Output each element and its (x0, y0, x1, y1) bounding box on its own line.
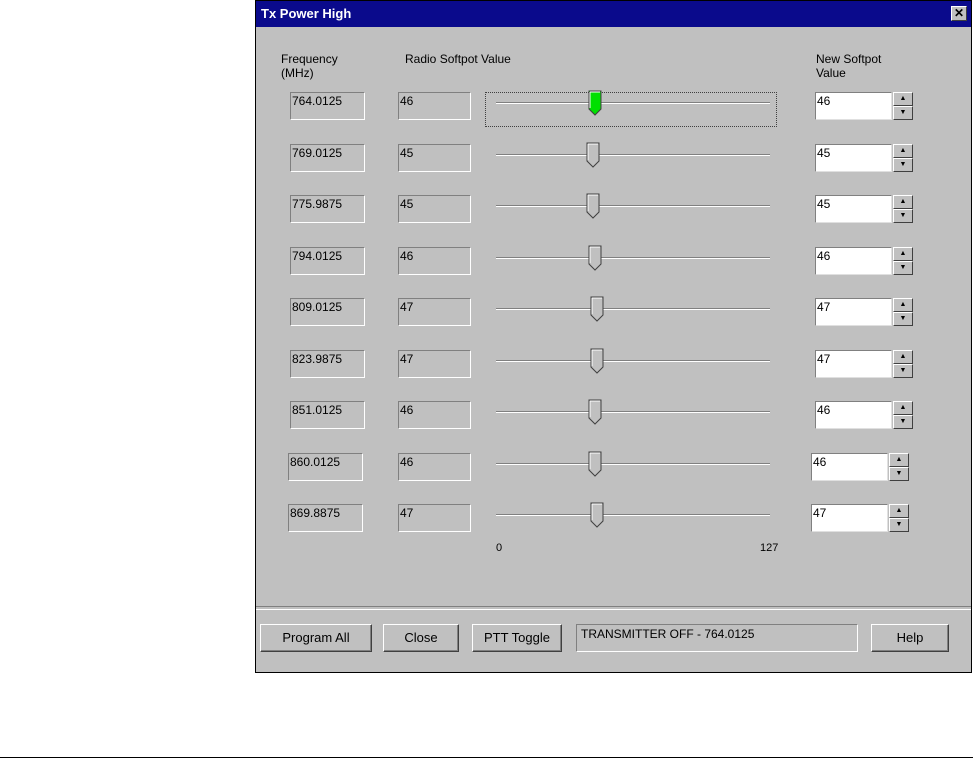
slider-track[interactable] (496, 205, 770, 207)
softpot-spinner[interactable]: ▲ ▼ (893, 401, 913, 429)
page-rule (0, 757, 973, 758)
slider-thumb[interactable] (588, 399, 602, 425)
spin-down-icon[interactable]: ▼ (893, 364, 913, 378)
new-softpot-input[interactable]: 46 (815, 247, 892, 275)
slider-max-label: 127 (760, 542, 779, 554)
slider-track[interactable] (496, 514, 770, 516)
new-softpot-input[interactable]: 46 (811, 453, 888, 481)
window-title: Tx Power High (261, 6, 352, 21)
spin-down-icon[interactable]: ▼ (893, 415, 913, 429)
spin-down-icon[interactable]: ▼ (893, 312, 913, 326)
radio-softpot-field: 47 (398, 504, 471, 532)
slider-track[interactable] (496, 411, 770, 413)
softpot-spinner[interactable]: ▲ ▼ (889, 453, 909, 481)
spin-up-icon[interactable]: ▲ (893, 195, 913, 209)
spin-down-icon[interactable]: ▼ (893, 158, 913, 172)
frequency-field: 809.0125 (290, 298, 365, 326)
spin-up-icon[interactable]: ▲ (893, 247, 913, 261)
close-icon[interactable]: ✕ (951, 6, 967, 21)
radio-softpot-field: 46 (398, 247, 471, 275)
spin-up-icon[interactable]: ▲ (893, 92, 913, 106)
new-softpot-input[interactable]: 46 (815, 92, 892, 120)
help-button[interactable]: Help (871, 624, 949, 652)
spin-up-icon[interactable]: ▲ (889, 504, 909, 518)
slider-track[interactable] (496, 463, 770, 465)
spin-down-icon[interactable]: ▼ (893, 209, 913, 223)
radio-softpot-field: 45 (398, 144, 471, 172)
slider-thumb[interactable] (586, 142, 600, 168)
frequency-header: Frequency (MHz) (281, 52, 338, 80)
softpot-spinner[interactable]: ▲ ▼ (893, 298, 913, 326)
frequency-field: 869.8875 (288, 504, 363, 532)
softpot-spinner[interactable]: ▲ ▼ (893, 247, 913, 275)
slider-thumb[interactable] (588, 451, 602, 477)
radio-softpot-field: 47 (398, 298, 471, 326)
slider-thumb[interactable] (590, 502, 604, 528)
frequency-field: 823.9875 (290, 350, 365, 378)
radio-softpot-field: 47 (398, 350, 471, 378)
slider-track[interactable] (496, 257, 770, 259)
spin-up-icon[interactable]: ▲ (893, 350, 913, 364)
new-softpot-input[interactable]: 46 (815, 401, 892, 429)
softpot-spinner[interactable]: ▲ ▼ (893, 92, 913, 120)
softpot-spinner[interactable]: ▲ ▼ (893, 195, 913, 223)
new-softpot-input[interactable]: 45 (815, 195, 892, 223)
new-softpot-input[interactable]: 47 (811, 504, 888, 532)
radio-softpot-field: 45 (398, 195, 471, 223)
spin-up-icon[interactable]: ▲ (889, 453, 909, 467)
slider-thumb[interactable] (588, 245, 602, 271)
slider-focus-rect (485, 92, 777, 127)
ptt-toggle-button[interactable]: PTT Toggle (472, 624, 562, 652)
title-bar[interactable]: Tx Power High ✕ (256, 1, 971, 27)
spin-down-icon[interactable]: ▼ (893, 261, 913, 275)
close-button[interactable]: Close (383, 624, 459, 652)
spin-up-icon[interactable]: ▲ (893, 401, 913, 415)
slider-thumb[interactable] (588, 90, 602, 116)
frequency-field: 860.0125 (288, 453, 363, 481)
frequency-field: 794.0125 (290, 247, 365, 275)
radio-softpot-field: 46 (398, 453, 471, 481)
softpot-spinner[interactable]: ▲ ▼ (893, 350, 913, 378)
slider-min-label: 0 (496, 542, 503, 554)
softpot-spinner[interactable]: ▲ ▼ (889, 504, 909, 532)
radio-softpot-header: Radio Softpot Value (405, 52, 511, 66)
frequency-field: 775.9875 (290, 195, 365, 223)
spin-down-icon[interactable]: ▼ (889, 467, 909, 481)
new-softpot-header: New Softpot Value (816, 52, 882, 80)
radio-softpot-field: 46 (398, 92, 471, 120)
slider-track[interactable] (496, 102, 770, 104)
spin-down-icon[interactable]: ▼ (889, 518, 909, 532)
new-softpot-input[interactable]: 47 (815, 298, 892, 326)
footer-separator (256, 606, 971, 610)
new-softpot-input[interactable]: 45 (815, 144, 892, 172)
slider-thumb[interactable] (586, 193, 600, 219)
radio-softpot-field: 46 (398, 401, 471, 429)
status-text: TRANSMITTER OFF - 764.0125 (576, 624, 858, 652)
slider-track[interactable] (496, 360, 770, 362)
slider-track[interactable] (496, 154, 770, 156)
tx-power-high-dialog: Tx Power High ✕ Frequency (MHz) Radio So… (255, 0, 972, 673)
spin-down-icon[interactable]: ▼ (893, 106, 913, 120)
slider-track[interactable] (496, 308, 770, 310)
program-all-button[interactable]: Program All (260, 624, 372, 652)
slider-thumb[interactable] (590, 296, 604, 322)
softpot-spinner[interactable]: ▲ ▼ (893, 144, 913, 172)
new-softpot-input[interactable]: 47 (815, 350, 892, 378)
slider-thumb[interactable] (590, 348, 604, 374)
frequency-field: 769.0125 (290, 144, 365, 172)
frequency-field: 851.0125 (290, 401, 365, 429)
frequency-field: 764.0125 (290, 92, 365, 120)
spin-up-icon[interactable]: ▲ (893, 298, 913, 312)
spin-up-icon[interactable]: ▲ (893, 144, 913, 158)
